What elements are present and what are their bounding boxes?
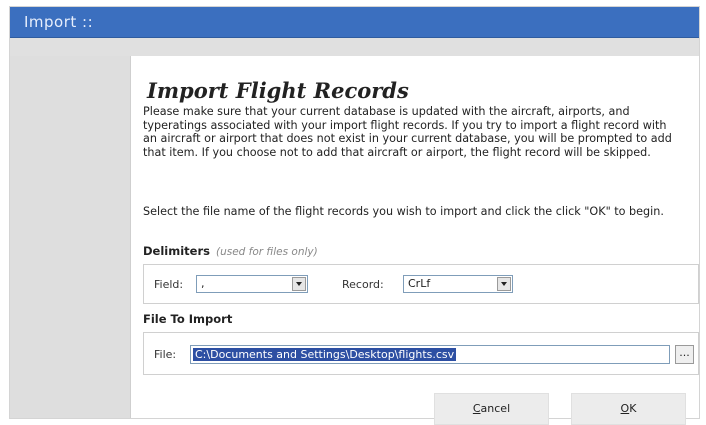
description-text: Please make sure that your current datab… xyxy=(143,105,672,159)
chevron-down-icon[interactable] xyxy=(292,277,306,291)
file-to-import-label: File To Import xyxy=(143,312,233,326)
ok-label: K xyxy=(629,402,637,415)
field-delimiter-value: , xyxy=(201,277,205,290)
delimiters-group: Field: , Record: CrLf xyxy=(143,264,699,304)
record-delimiter-value: CrLf xyxy=(408,277,431,290)
left-panel xyxy=(10,56,131,418)
record-delimiter-label: Record: xyxy=(342,278,384,291)
record-delimiter-select[interactable]: CrLf xyxy=(403,275,513,293)
toolbar-strip xyxy=(10,38,699,56)
title-bar: Import :: xyxy=(10,7,699,38)
instruction-text: Select the file name of the flight recor… xyxy=(143,205,664,218)
field-delimiter-select[interactable]: , xyxy=(196,275,308,293)
file-to-import-group: File: C:\Documents and Settings\Desktop\… xyxy=(143,332,699,375)
window-title: Import :: xyxy=(24,13,94,31)
cancel-mnemonic: C xyxy=(472,402,481,415)
page-title: Import Flight Records xyxy=(147,78,409,103)
ok-mnemonic: O xyxy=(620,402,630,415)
delimiters-hint: (used for files only) xyxy=(215,246,318,258)
cancel-label: ancel xyxy=(480,402,511,415)
file-path-value: C:\Documents and Settings\Desktop\flight… xyxy=(193,348,457,361)
file-label: File: xyxy=(154,348,177,361)
delimiters-title: Delimiters xyxy=(143,244,210,258)
file-path-input[interactable]: C:\Documents and Settings\Desktop\flight… xyxy=(190,345,670,364)
cancel-button[interactable]: Cancel xyxy=(434,393,549,425)
chevron-down-icon[interactable] xyxy=(497,277,511,291)
ok-button[interactable]: OK xyxy=(571,393,686,425)
delimiters-label: Delimiters (used for files only) xyxy=(143,244,318,258)
dialog-content: Import Flight Records Please make sure t… xyxy=(131,56,699,425)
field-delimiter-label: Field: xyxy=(154,278,184,291)
import-window: Import :: Import Flight Records Please m… xyxy=(9,6,700,425)
browse-button[interactable]: ... xyxy=(675,345,694,364)
